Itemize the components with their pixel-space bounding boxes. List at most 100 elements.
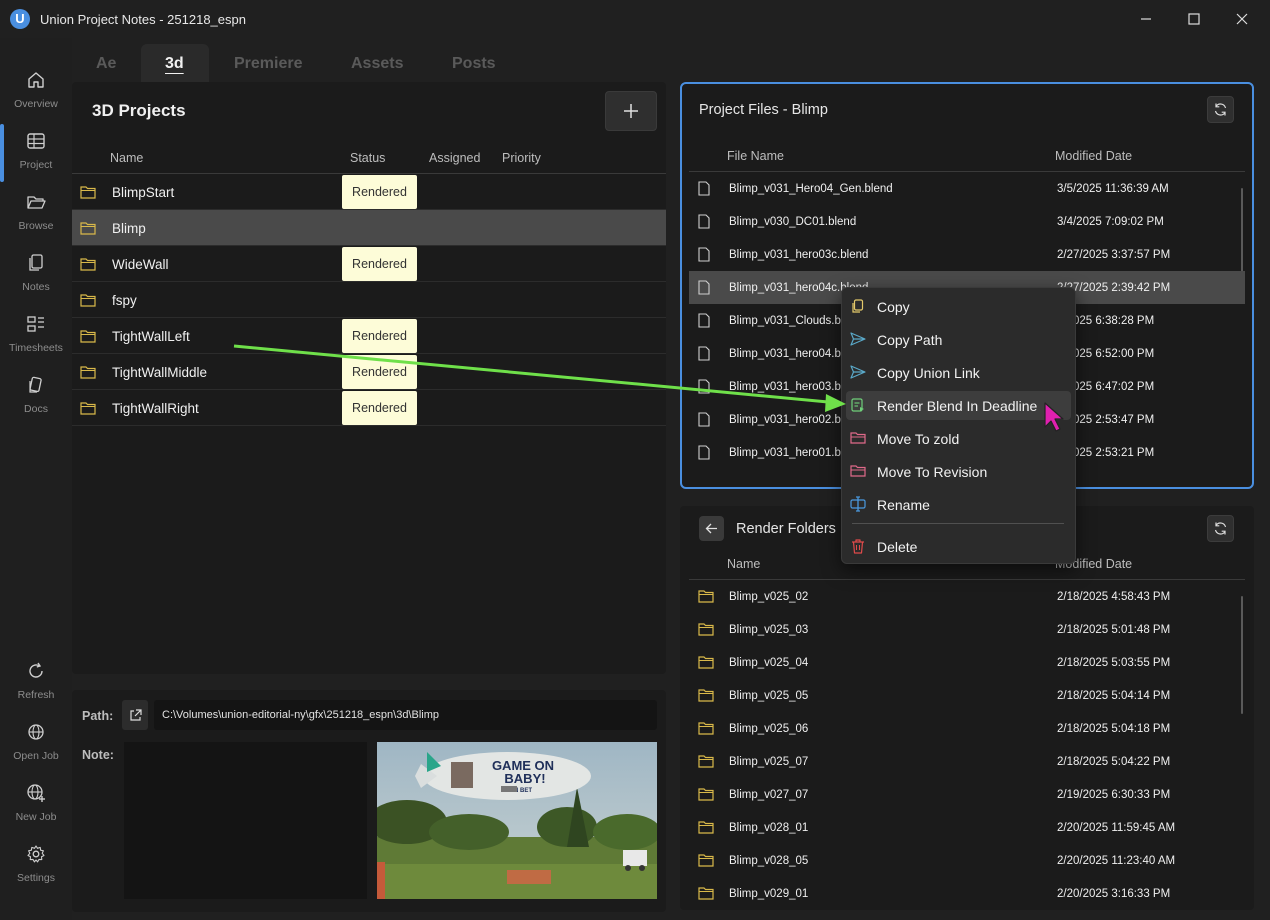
folder-row[interactable]: Blimp_v028_05 2/20/2025 11:23:40 AM <box>689 844 1245 877</box>
file-row[interactable]: Blimp_v031_Hero04_Gen.blend 3/5/2025 11:… <box>689 172 1245 205</box>
file-date: 3/4/2025 7:09:02 PM <box>1057 216 1164 228</box>
folder-icon <box>698 623 714 636</box>
window-title: Union Project Notes - 251218_espn <box>40 12 246 27</box>
project-thumbnail: GAME ON BABY! ESPN BET <box>377 742 657 899</box>
project-row[interactable]: BlimpStart Rendered <box>72 174 666 210</box>
column-header-file-name[interactable]: File Name <box>727 149 784 163</box>
column-header-status[interactable]: Status <box>350 151 385 165</box>
folder-row[interactable]: Blimp_v027_07 2/19/2025 6:30:33 PM <box>689 778 1245 811</box>
column-header-modified-date[interactable]: Modified Date <box>1055 149 1132 163</box>
tab-premiere[interactable]: Premiere <box>234 55 303 73</box>
file-row[interactable]: Blimp_v030_DC01.blend 3/4/2025 7:09:02 P… <box>689 205 1245 238</box>
panel-title: 3D Projects <box>92 101 186 120</box>
folder-icon <box>698 755 714 768</box>
project-row[interactable]: TightWallMiddle Rendered <box>72 354 666 390</box>
menu-item-move-to-revision[interactable]: Move To Revision <box>846 457 1071 486</box>
nav-project[interactable]: Project <box>0 123 72 183</box>
menu-item-copy[interactable]: Copy <box>846 292 1071 321</box>
tab-ae[interactable]: Ae <box>96 55 116 73</box>
nav-settings[interactable]: Settings <box>0 836 72 896</box>
folder-name: Blimp_v025_06 <box>729 723 809 735</box>
file-icon <box>698 445 710 460</box>
folder-row[interactable]: Blimp_v025_05 2/18/2025 5:04:14 PM <box>689 679 1245 712</box>
project-name: TightWallLeft <box>112 329 190 344</box>
note-label: Note: <box>82 748 114 762</box>
file-name: Blimp_v031_hero03.bl <box>729 381 844 393</box>
tab-posts[interactable]: Posts <box>452 55 496 73</box>
column-header-name[interactable]: Name <box>110 151 143 165</box>
folder-row[interactable]: Blimp_v025_06 2/18/2025 5:04:18 PM <box>689 712 1245 745</box>
minimize-button[interactable] <box>1122 0 1170 38</box>
status-badge: Rendered <box>342 391 417 425</box>
menu-item-render-blend-in-deadline[interactable]: Render Blend In Deadline <box>846 391 1071 420</box>
folder-row[interactable]: Blimp_v029_01 2/20/2025 3:16:33 PM <box>689 877 1245 910</box>
menu-item-delete[interactable]: Delete <box>846 532 1071 561</box>
file-date: 3/5/2025 11:36:39 AM <box>1057 183 1169 195</box>
nav-label: Open Job <box>13 750 59 762</box>
nav-refresh[interactable]: Refresh <box>0 653 72 713</box>
open-path-button[interactable] <box>122 700 148 730</box>
project-row[interactable]: WideWall Rendered <box>72 246 666 282</box>
nav-browse[interactable]: Browse <box>0 184 72 244</box>
folder-row[interactable]: Blimp_v028_01 2/20/2025 11:59:45 AM <box>689 811 1245 844</box>
nav-label: Overview <box>14 98 58 110</box>
add-project-button[interactable] <box>605 91 657 131</box>
menu-item-copy-union-link[interactable]: Copy Union Link <box>846 358 1071 387</box>
file-icon <box>698 379 710 394</box>
files-refresh-button[interactable] <box>1207 96 1234 123</box>
project-name: TightWallMiddle <box>112 365 208 380</box>
project-name: TightWallRight <box>112 401 199 416</box>
column-header-name[interactable]: Name <box>727 557 760 571</box>
nav-new-job[interactable]: New Job <box>0 775 72 835</box>
folder-row[interactable]: Blimp_v025_02 2/18/2025 4:58:43 PM <box>689 580 1245 613</box>
project-row-selected[interactable]: Blimp <box>72 210 666 246</box>
nav-notes[interactable]: Notes <box>0 245 72 305</box>
arrow-left-icon <box>705 523 717 534</box>
column-header-priority[interactable]: Priority <box>502 151 541 165</box>
maximize-icon <box>1188 13 1200 25</box>
status-badge: Rendered <box>342 175 417 209</box>
project-row[interactable]: TightWallRight Rendered <box>72 390 666 426</box>
file-date: 2/27/2025 3:37:57 PM <box>1057 249 1171 261</box>
tab-3d[interactable]: 3d <box>165 55 184 73</box>
back-button[interactable] <box>699 516 724 541</box>
menu-label: Copy Path <box>877 332 943 348</box>
file-name: Blimp_v031_hero04.bl <box>729 348 844 360</box>
close-icon <box>1236 13 1248 25</box>
folder-row[interactable]: Blimp_v025_07 2/18/2025 5:04:22 PM <box>689 745 1245 778</box>
menu-item-copy-path[interactable]: Copy Path <box>846 325 1071 354</box>
folder-name: Blimp_v029_01 <box>729 888 809 900</box>
maximize-button[interactable] <box>1170 0 1218 38</box>
project-row[interactable]: fspy <box>72 282 666 318</box>
path-value: C:\Volumes\union-editorial-ny\gfx\251218… <box>162 709 439 721</box>
close-button[interactable] <box>1218 0 1266 38</box>
tab-assets[interactable]: Assets <box>351 55 403 73</box>
trash-icon <box>852 539 864 554</box>
nav-label: Project <box>19 159 53 171</box>
project-name: fspy <box>112 293 137 308</box>
render-refresh-button[interactable] <box>1207 515 1234 542</box>
nav-overview[interactable]: Overview <box>0 62 72 122</box>
menu-item-move-to-zold[interactable]: Move To zold <box>846 424 1071 453</box>
file-row[interactable]: Blimp_v031_hero03c.blend 2/27/2025 3:37:… <box>689 238 1245 271</box>
column-header-assigned[interactable]: Assigned <box>429 151 480 165</box>
project-name: Blimp <box>112 221 146 236</box>
menu-label: Copy Union Link <box>877 365 980 381</box>
nav-docs[interactable]: Docs <box>0 367 72 427</box>
notes-icon <box>29 254 43 271</box>
blimp-text-line2: BABY! <box>504 771 545 786</box>
folder-date: 2/20/2025 3:16:33 PM <box>1057 888 1171 900</box>
folder-row[interactable]: Blimp_v025_03 2/18/2025 5:01:48 PM <box>689 613 1245 646</box>
menu-label: Copy <box>877 299 910 315</box>
file-icon <box>698 412 710 427</box>
project-row[interactable]: TightWallLeft Rendered <box>72 318 666 354</box>
note-textarea[interactable] <box>124 742 367 899</box>
folder-row[interactable]: Blimp_v025_04 2/18/2025 5:03:55 PM <box>689 646 1245 679</box>
sync-icon <box>1214 103 1227 116</box>
nav-label: Browse <box>18 220 54 232</box>
nav-open-job[interactable]: Open Job <box>0 714 72 774</box>
external-link-icon <box>129 708 142 721</box>
nav-timesheets[interactable]: Timesheets <box>0 306 72 366</box>
folder-date: 2/18/2025 5:01:48 PM <box>1057 624 1171 636</box>
menu-item-rename[interactable]: Rename <box>846 490 1071 519</box>
